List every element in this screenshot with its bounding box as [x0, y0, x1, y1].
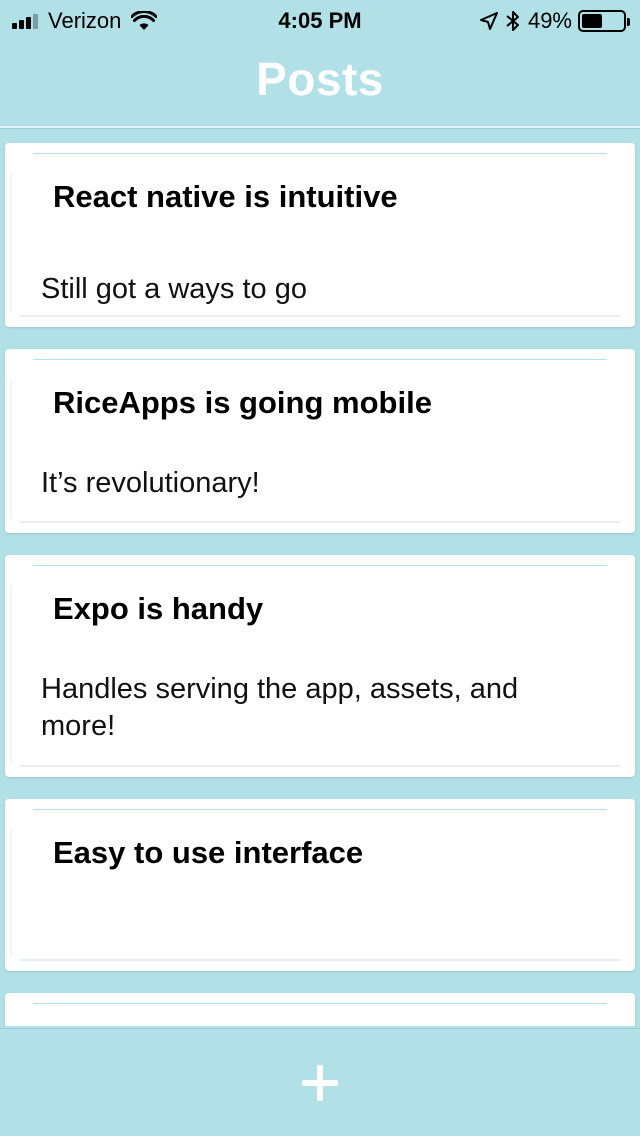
post-title: React native is intuitive: [53, 179, 398, 214]
header-divider: [0, 126, 640, 129]
card-shadow: [19, 765, 621, 767]
post-title: RiceApps is going mobile: [53, 385, 432, 420]
card-divider: [33, 153, 607, 154]
card-divider: [33, 359, 607, 360]
location-arrow-icon: [479, 12, 498, 30]
battery-fill: [582, 14, 602, 28]
post-card[interactable]: Expo is handy Handles serving the app, a…: [5, 555, 635, 777]
post-title: Easy to use interface: [53, 835, 364, 870]
post-title: Expo is handy: [53, 591, 264, 626]
status-bar: Verizon 4:05 PM 49%: [0, 0, 640, 40]
card-shadow: [19, 315, 621, 317]
post-body: Still got a ways to go: [41, 273, 307, 305]
post-card[interactable]: React native is intuitive Still got a wa…: [5, 143, 635, 327]
post-card[interactable]: Easy to use interface: [5, 799, 635, 971]
plus-icon: [317, 1065, 323, 1101]
post-card[interactable]: RiceApps is going mobile It’s revolution…: [5, 349, 635, 533]
card-divider: [33, 809, 607, 810]
bottom-bar: [0, 1028, 640, 1136]
card-edge: [10, 829, 12, 957]
add-post-button[interactable]: [290, 1053, 350, 1113]
posts-feed[interactable]: React native is intuitive Still got a wa…: [0, 130, 640, 1026]
page-title: Posts: [256, 53, 384, 105]
post-body: Handles serving the app, assets, and mor…: [41, 673, 519, 742]
card-edge: [10, 379, 12, 519]
bluetooth-icon: [506, 11, 519, 31]
post-card[interactable]: [5, 993, 635, 1026]
card-shadow: [19, 521, 621, 523]
post-body: It’s revolutionary!: [41, 467, 260, 499]
status-right: 49%: [472, 8, 630, 34]
card-divider: [33, 1003, 607, 1004]
card-edge: [10, 173, 12, 313]
card-edge: [10, 585, 12, 763]
card-divider: [33, 565, 607, 566]
card-shadow: [19, 959, 621, 961]
battery-icon: [578, 10, 630, 32]
battery-percent: 49%: [527, 8, 572, 33]
